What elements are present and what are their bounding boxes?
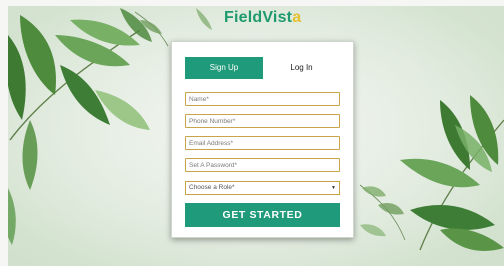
role-select[interactable]: Choose a Role* ▼: [185, 181, 340, 195]
tab-log-in[interactable]: Log In: [263, 57, 340, 79]
auth-tabs: Sign Up Log In: [185, 57, 340, 79]
name-field[interactable]: [185, 92, 340, 106]
brand-name-accent: a: [292, 9, 302, 26]
chevron-down-icon: ▼: [331, 185, 336, 191]
brand-name: FieldVist: [224, 9, 293, 26]
brand-logo: FieldVista: [224, 9, 301, 27]
role-select-value: Choose a Role*: [189, 184, 235, 191]
phone-number-field[interactable]: [185, 114, 340, 128]
password-field[interactable]: [185, 158, 340, 172]
tab-sign-up[interactable]: Sign Up: [185, 57, 263, 79]
email-address-field[interactable]: [185, 136, 340, 150]
get-started-button[interactable]: GET STARTED: [185, 203, 340, 227]
signup-card: Sign Up Log In Choose a Role* ▼ GET STAR…: [171, 41, 354, 238]
